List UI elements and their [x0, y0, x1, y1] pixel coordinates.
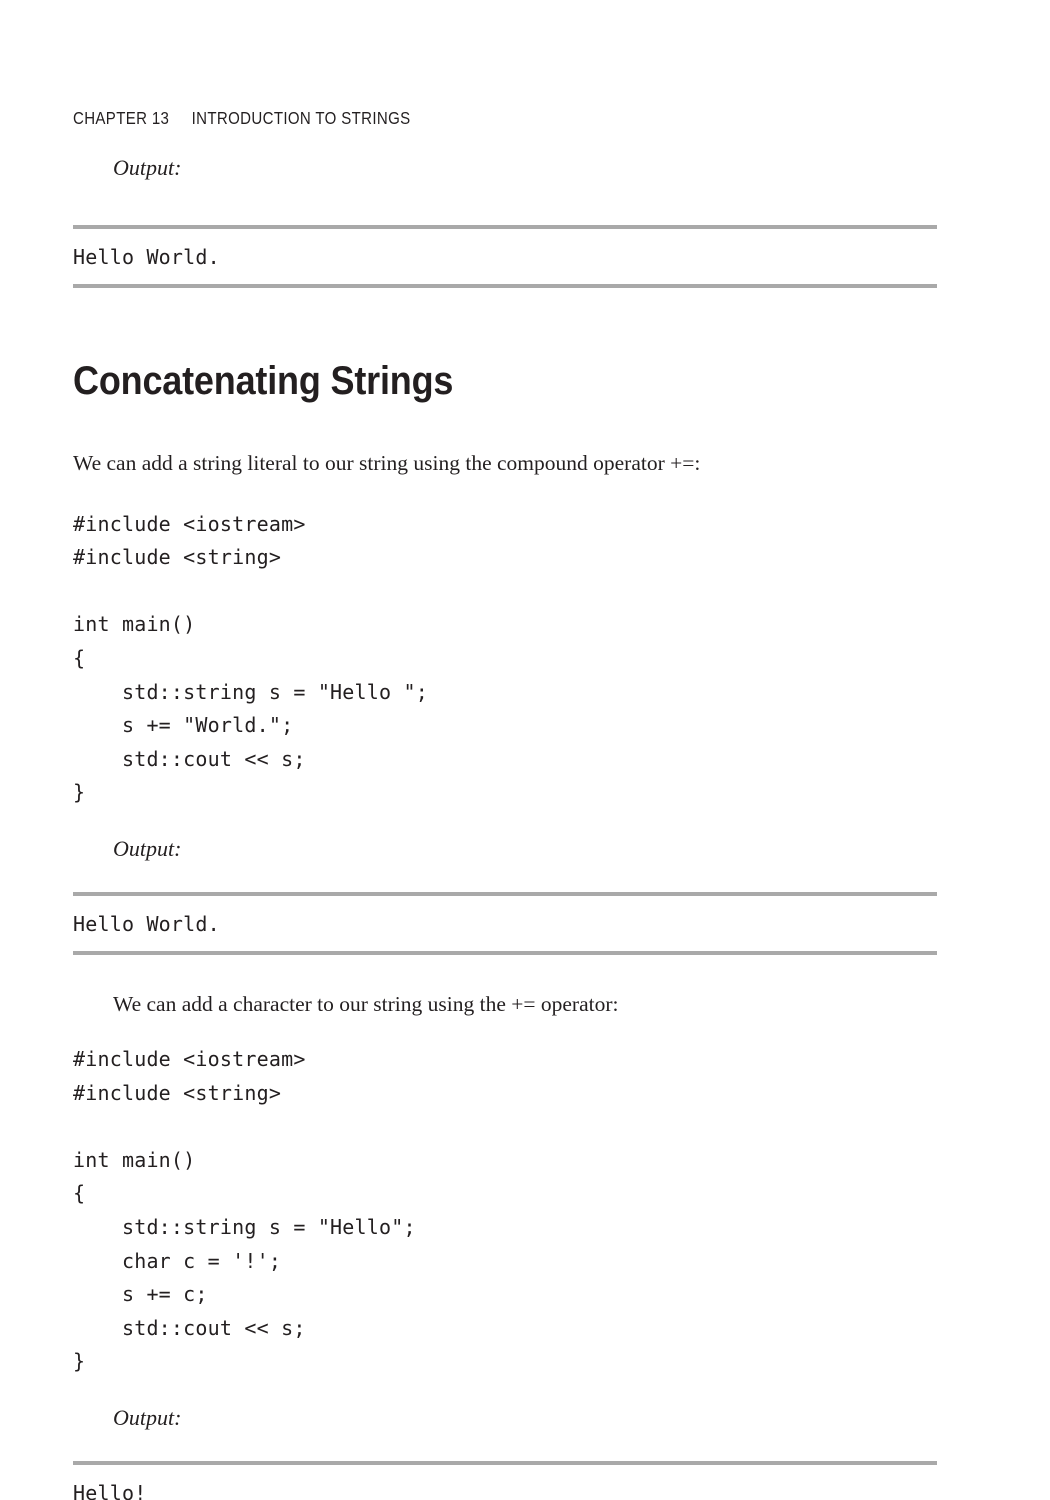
- output-text-3: Hello!: [73, 1480, 147, 1500]
- output-label-3: Output:: [113, 1404, 182, 1430]
- document-page: CHAPTER 13 INTRODUCTION TO STRINGS Output…: [0, 0, 1050, 1500]
- code-block-1: #include <iostream> #include <string> in…: [73, 511, 428, 805]
- output-rule-bottom-1: [73, 284, 937, 288]
- output-block-2: Hello World.: [73, 891, 937, 955]
- output-label-1: Output:: [113, 155, 182, 180]
- paragraph-intro: We can add a string literal to our strin…: [73, 450, 701, 475]
- paragraph-character: We can add a character to our string usi…: [113, 991, 619, 1016]
- section-heading: Concatenating Strings: [73, 358, 454, 403]
- output-block-3: Hello!: [73, 1460, 937, 1500]
- running-head: CHAPTER 13 INTRODUCTION TO STRINGS: [73, 108, 411, 129]
- output-rule-bottom-2: [73, 950, 937, 955]
- output-label-2: Output:: [113, 835, 182, 861]
- code-block-2: #include <iostream> #include <string> in…: [73, 1046, 416, 1374]
- page-content: CHAPTER 13 INTRODUCTION TO STRINGS Output…: [73, 0, 937, 1500]
- output-text-1: Hello World.: [73, 245, 220, 269]
- output-block-1: Hello World.: [73, 225, 937, 288]
- running-head-title: INTRODUCTION TO STRINGS: [191, 108, 411, 128]
- running-head-chapter: CHAPTER 13: [73, 108, 170, 128]
- output-text-2: Hello World.: [73, 911, 220, 936]
